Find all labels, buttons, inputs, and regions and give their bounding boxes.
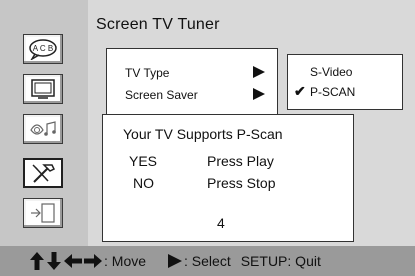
tv-type-submenu: S-Video ✔ P-SCAN xyxy=(287,54,403,110)
dialog-countdown: 4 xyxy=(217,215,225,231)
sidebar-item-video[interactable] xyxy=(23,74,63,104)
pscan-confirm-dialog: Your TV Supports P-Scan YES Press Play N… xyxy=(102,114,354,242)
submenu-arrow-icon xyxy=(253,66,265,78)
arrow-down-icon xyxy=(47,252,61,270)
submenu-arrow-icon xyxy=(253,88,265,100)
page-title: Screen TV Tuner xyxy=(96,16,220,33)
sidebar-item-exit[interactable] xyxy=(23,198,63,228)
submenu-item-s-video[interactable]: S-Video xyxy=(310,65,352,79)
arrow-right-icon xyxy=(84,254,102,268)
footer-setup-hint: SETUP: Quit xyxy=(240,253,321,269)
dialog-option-no-action: Press Stop xyxy=(207,175,276,191)
footer-move-hint: : Move xyxy=(104,253,147,269)
dialog-option-yes[interactable]: YES xyxy=(129,153,157,169)
dialog-option-yes-action: Press Play xyxy=(207,153,274,169)
dialog-message: Your TV Supports P-Scan xyxy=(123,126,283,142)
svg-text:A C B: A C B xyxy=(33,44,53,53)
nav-arrows xyxy=(30,252,102,270)
exit-door-icon xyxy=(31,203,55,223)
sidebar: A C B xyxy=(0,0,88,246)
hammer-tools-icon xyxy=(32,164,56,183)
play-triangle-icon xyxy=(168,254,183,268)
checkmark-icon: ✔ xyxy=(294,83,306,99)
arrow-left-icon xyxy=(64,254,82,268)
sidebar-item-setup[interactable] xyxy=(23,158,63,188)
menu-item-tv-type[interactable]: TV Type xyxy=(125,66,169,80)
tv-monitor-icon xyxy=(31,79,55,99)
dialog-option-no[interactable]: NO xyxy=(133,175,154,191)
osd-screen: A C B Screen TV Tuner TV Type Screen Sav… xyxy=(0,0,415,246)
sidebar-item-audio[interactable] xyxy=(23,114,63,144)
abc-speech-bubble-icon: A C B xyxy=(29,39,57,60)
footer-select-hint: : Select xyxy=(184,253,231,269)
arrow-up-icon xyxy=(30,252,44,270)
menu-item-screen-saver[interactable]: Screen Saver xyxy=(125,88,198,102)
speaker-music-icon xyxy=(30,121,56,136)
footer-hint-bar: : Move : Select SETUP: Quit xyxy=(0,246,415,276)
sidebar-item-language[interactable]: A C B xyxy=(23,34,63,64)
submenu-item-p-scan[interactable]: P-SCAN xyxy=(310,85,355,99)
